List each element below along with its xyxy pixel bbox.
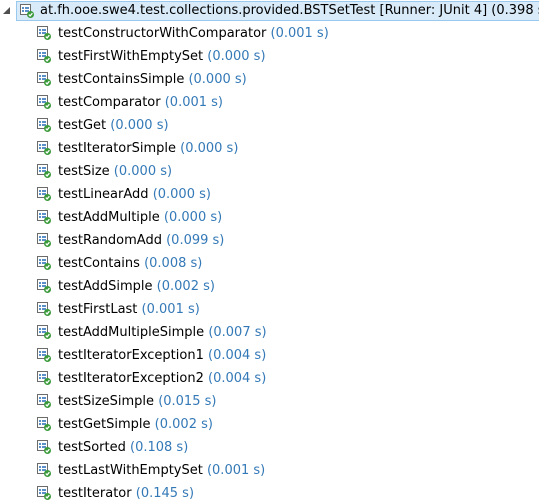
test-passed-icon [36, 71, 52, 87]
test-case-label: testGet (0.000 s) [58, 114, 169, 137]
test-name: testRandomAdd [58, 233, 162, 248]
test-case-label: testIteratorException1 (0.004 s) [58, 344, 266, 367]
test-passed-icon [36, 94, 52, 110]
test-case-label: testIterator (0.145 s) [58, 482, 194, 500]
test-duration: (0.099 s) [166, 233, 225, 248]
test-passed-icon [36, 439, 52, 455]
test-duration: (0.000 s) [163, 210, 223, 225]
test-passed-icon [36, 117, 52, 133]
test-duration: (0.008 s) [144, 256, 203, 271]
test-duration: (0.145 s) [135, 486, 195, 500]
test-passed-icon [36, 370, 52, 386]
test-case-label: testLastWithEmptySet (0.001 s) [58, 459, 265, 482]
test-duration: (0.000 s) [180, 141, 239, 156]
test-duration: (0.000 s) [207, 49, 266, 64]
test-name: testFirstWithEmptySet [58, 49, 204, 64]
test-duration: (0.001 s) [206, 463, 266, 478]
test-name: testFirstLast [58, 302, 138, 317]
test-case-label: testFirstWithEmptySet (0.000 s) [58, 45, 266, 68]
test-case-label: testFirstLast (0.001 s) [58, 298, 200, 321]
test-passed-icon [36, 186, 52, 202]
test-case-label: testIteratorSimple (0.000 s) [58, 137, 238, 160]
test-duration: (0.004 s) [208, 371, 267, 386]
test-case-label: testLinearAdd (0.000 s) [58, 183, 211, 206]
test-duration: (0.015 s) [158, 394, 217, 409]
test-passed-icon [36, 462, 52, 478]
test-passed-icon [36, 347, 52, 363]
test-name: testIteratorException1 [58, 348, 204, 363]
test-duration: (0.004 s) [208, 348, 267, 363]
test-passed-icon [36, 393, 52, 409]
test-name: testComparator [58, 95, 161, 110]
test-name: testAddMultipleSimple [58, 325, 205, 340]
tree-root-suite[interactable]: at.fh.ooe.swe4.test.collections.provided… [0, 0, 539, 22]
test-case-label: testConstructorWithComparator (0.001 s) [58, 22, 329, 45]
test-duration: (0.000 s) [188, 72, 247, 87]
test-suite-icon [19, 3, 35, 19]
test-name: testIterator [58, 486, 132, 500]
test-case-label: testRandomAdd (0.099 s) [58, 229, 224, 252]
test-duration: (0.000 s) [113, 164, 173, 179]
test-duration: (0.001 s) [141, 302, 200, 317]
test-name: testAddMultiple [58, 210, 160, 225]
test-passed-icon [36, 324, 52, 340]
test-name: testIteratorSimple [58, 141, 176, 156]
test-passed-icon [36, 278, 52, 294]
test-passed-icon [36, 485, 52, 500]
expand-collapse-arrow-icon[interactable] [3, 0, 13, 22]
test-name: testGet [58, 118, 107, 133]
test-duration: (0.002 s) [154, 417, 213, 432]
test-duration: (0.002 s) [156, 279, 215, 294]
root-suite-label: at.fh.ooe.swe4.test.collections.provided… [40, 3, 539, 18]
test-name: testSizeSimple [58, 394, 155, 409]
test-duration: (0.001 s) [164, 95, 223, 110]
test-passed-icon [36, 301, 52, 317]
test-duration: (0.000 s) [110, 118, 169, 133]
test-case-label: testSizeSimple (0.015 s) [58, 390, 216, 413]
test-passed-icon [36, 25, 52, 41]
test-name: testSize [58, 164, 110, 179]
test-name: testAddSimple [58, 279, 153, 294]
test-passed-icon [36, 232, 52, 248]
test-case-label: testIteratorException2 (0.004 s) [58, 367, 266, 390]
test-case-label: testSorted (0.108 s) [58, 436, 188, 459]
test-duration: (0.007 s) [208, 325, 267, 340]
test-passed-icon [36, 163, 52, 179]
test-name: testLinearAdd [58, 187, 149, 202]
test-name: testContainsSimple [58, 72, 185, 87]
test-name: testGetSimple [58, 417, 151, 432]
test-case-label: testAddMultiple (0.000 s) [58, 206, 222, 229]
test-passed-icon [36, 255, 52, 271]
test-name: testConstructorWithComparator [58, 26, 267, 41]
test-passed-icon [36, 140, 52, 156]
test-name: testContains [58, 256, 140, 271]
test-duration: (0.000 s) [152, 187, 211, 202]
test-case-label: testSize (0.000 s) [58, 160, 172, 183]
test-case-label: testAddMultipleSimple (0.007 s) [58, 321, 267, 344]
test-duration: (0.001 s) [270, 26, 329, 41]
test-passed-icon [36, 209, 52, 225]
test-case-label: testGetSimple (0.002 s) [58, 413, 213, 436]
test-passed-icon [36, 416, 52, 432]
test-case-label: testContains (0.008 s) [58, 252, 202, 275]
test-results-tree: at.fh.ooe.swe4.test.collections.provided… [0, 0, 539, 500]
test-case-label: testAddSimple (0.002 s) [58, 275, 215, 298]
test-name: testLastWithEmptySet [58, 463, 203, 478]
test-case-label: testComparator (0.001 s) [58, 91, 223, 114]
test-duration: (0.108 s) [130, 440, 189, 455]
test-case-label: testContainsSimple (0.000 s) [58, 68, 247, 91]
test-name: testIteratorException2 [58, 371, 204, 386]
test-name: testSorted [58, 440, 126, 455]
test-passed-icon [36, 48, 52, 64]
